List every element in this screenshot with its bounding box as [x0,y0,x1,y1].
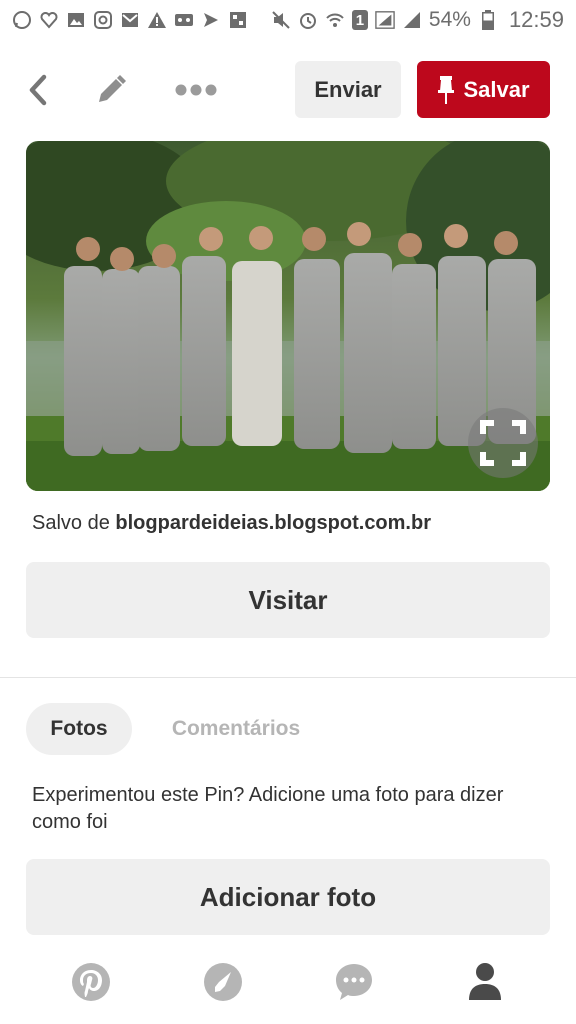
send-button[interactable]: Enviar [295,61,401,118]
profile-icon [469,963,501,1000]
signal-icon [375,10,395,30]
pencil-icon [99,75,126,102]
visual-search-icon [480,420,526,466]
whatsapp-icon [12,10,32,30]
mute-icon [271,10,291,30]
signal-icon [402,10,422,30]
save-button[interactable]: Salvar [417,61,550,118]
tried-pin-prompt: Experimentou este Pin? Adicione uma foto… [32,784,504,833]
messages-icon [336,964,372,1000]
alarm-icon [298,10,318,30]
saved-from: Salvo de blogpardeideias.blogspot.com.br [32,512,431,535]
tab-comments[interactable]: Comentários [152,703,320,755]
instagram-icon [93,10,113,30]
more-options-button[interactable] [172,72,220,108]
warning-icon [147,10,167,30]
add-photo-button[interactable]: Adicionar foto [26,859,550,935]
voicemail-icon [174,10,194,30]
sim-label: 1 [355,11,365,29]
source-domain-link[interactable]: blogpardeideias.blogspot.com.br [115,512,431,534]
battery-icon [478,10,498,30]
nav-profile[interactable] [461,958,509,1006]
pinterest-icon [72,963,110,1001]
status-bar: 1 54% 12:59 [0,0,576,40]
explore-icon [204,963,242,1001]
gmail-icon [120,10,140,30]
edit-button[interactable] [94,72,128,108]
system-icons: 1 54% 12:59 [271,7,564,33]
wifi-icon [325,10,345,30]
sim-icon: 1 [351,10,368,30]
image-icon [66,10,86,30]
pin-toolbar: Enviar Salvar [0,60,576,120]
tab-photos[interactable]: Fotos [26,703,132,755]
visual-search-button[interactable] [468,408,538,478]
visit-button[interactable]: Visitar [26,562,550,638]
clock: 12:59 [508,7,564,32]
battery-percent: 54% [428,8,471,31]
pushpin-icon [438,75,455,104]
notification-icons [12,10,248,30]
send-icon [201,10,221,30]
nav-explore[interactable] [199,958,247,1006]
section-divider [0,677,576,678]
bottom-navigation [0,952,576,1012]
saved-from-prefix: Salvo de [32,512,110,534]
save-label: Salvar [463,76,530,102]
nav-home[interactable] [67,958,115,1006]
chevron-left-icon [29,74,47,106]
heart-icon [39,10,59,30]
more-dots-icon [175,84,217,96]
back-button[interactable] [22,72,54,108]
nav-messages[interactable] [330,958,378,1006]
app-icon [228,10,248,30]
